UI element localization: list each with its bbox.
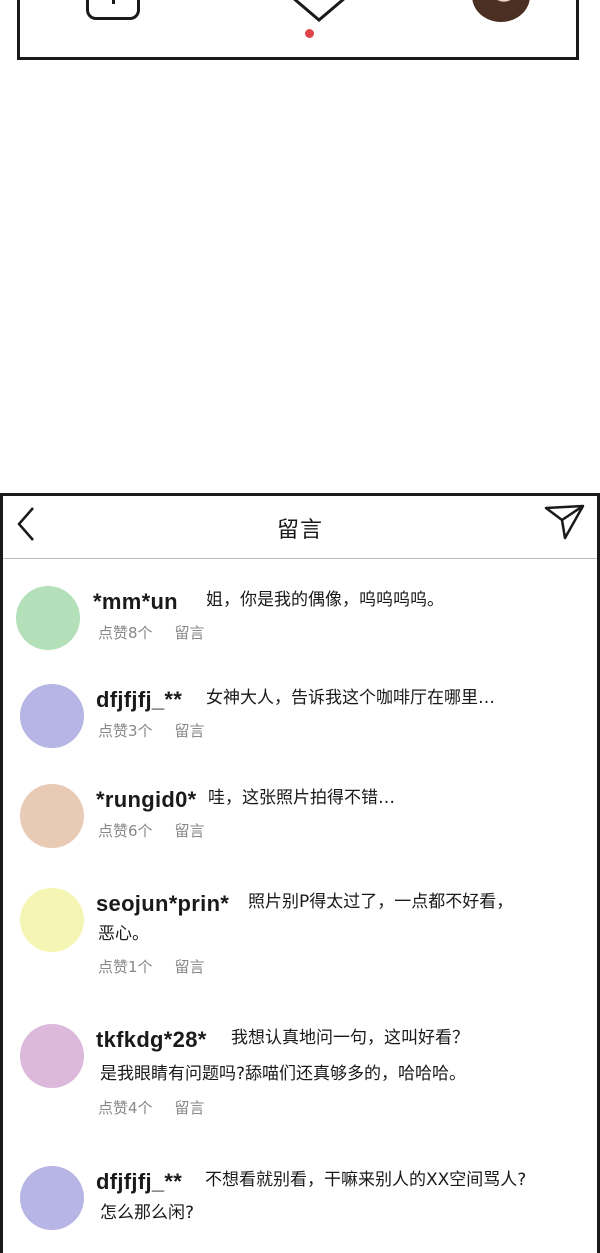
- reply-link[interactable]: 留言: [175, 822, 205, 840]
- comment-username[interactable]: *mm*un: [93, 589, 178, 615]
- comment-username[interactable]: seojun*prin*: [96, 891, 229, 917]
- comment-text: 哇，这张照片拍得不错…: [208, 788, 395, 808]
- comment-meta: 点赞8个 留言: [98, 622, 227, 643]
- notification-dot: [305, 29, 314, 38]
- comment-username[interactable]: dfjfjfj_**: [96, 687, 182, 713]
- comment-meta: 点赞1个 留言: [98, 956, 227, 977]
- comment-text: 怎么那么闲?: [100, 1203, 195, 1223]
- heart-icon[interactable]: [284, 0, 354, 24]
- page-title: 留言: [276, 518, 323, 543]
- profile-avatar[interactable]: [472, 0, 530, 22]
- comment-text: 恶心。: [98, 924, 149, 944]
- avatar[interactable]: [20, 888, 84, 952]
- comment-username[interactable]: *rungid0*: [96, 787, 197, 813]
- comment-username[interactable]: tkfkdg*28*: [96, 1027, 207, 1053]
- avatar[interactable]: [20, 1024, 84, 1088]
- like-count[interactable]: 点赞1个: [98, 958, 153, 976]
- comment-meta: 点赞3个 留言: [98, 720, 227, 741]
- reply-link[interactable]: 留言: [175, 1099, 205, 1117]
- like-count[interactable]: 点赞4个: [98, 1099, 153, 1117]
- add-post-icon[interactable]: [86, 0, 140, 20]
- comment-meta: 点赞6个 留言: [98, 820, 227, 841]
- like-count[interactable]: 点赞3个: [98, 722, 153, 740]
- like-count[interactable]: 点赞8个: [98, 624, 153, 642]
- comment-text: 照片别P得太过了，一点都不好看，: [248, 892, 514, 912]
- comment-text: 我想认真地问一句，这叫好看？: [231, 1028, 469, 1048]
- comment-text: 姐，你是我的偶像，呜呜呜呜。: [206, 590, 444, 610]
- comment-username[interactable]: dfjfjfj_**: [96, 1169, 182, 1195]
- avatar[interactable]: [20, 784, 84, 848]
- avatar[interactable]: [20, 1166, 84, 1230]
- reply-link[interactable]: 留言: [175, 624, 205, 642]
- comments-header: 留言: [3, 496, 597, 559]
- reply-link[interactable]: 留言: [175, 958, 205, 976]
- comment-text: 女神大人，告诉我这个咖啡厅在哪里…: [206, 688, 495, 708]
- avatar[interactable]: [20, 684, 84, 748]
- top-phone-frame: [17, 0, 579, 60]
- comments-screen: 留言 *mm*un 姐，你是我的偶像，呜呜呜呜。 点赞8个 留言 dfjfjfj_…: [0, 493, 600, 1253]
- send-icon[interactable]: [543, 502, 587, 542]
- reply-link[interactable]: 留言: [175, 722, 205, 740]
- avatar[interactable]: [16, 586, 80, 650]
- comment-text: 不想看就别看，干嘛来别人的XX空间骂人?: [205, 1170, 527, 1190]
- comment-meta: 点赞4个 留言: [98, 1097, 227, 1118]
- like-count[interactable]: 点赞6个: [98, 822, 153, 840]
- comment-text: 是我眼睛有问题吗?舔喵们还真够多的，哈哈哈。: [100, 1064, 467, 1084]
